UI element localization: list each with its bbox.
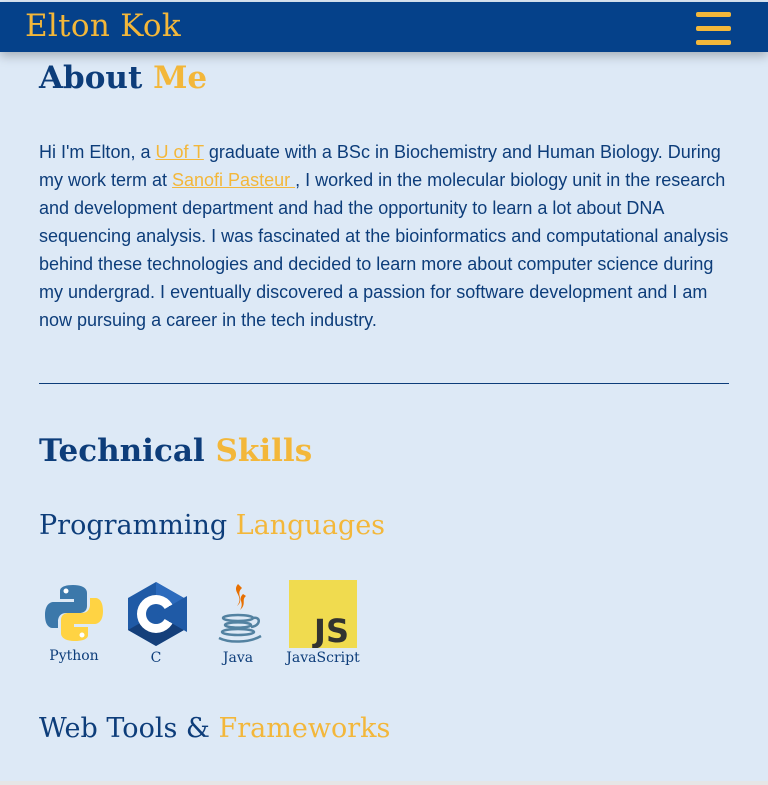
language-label: Java [222, 650, 254, 666]
javascript-icon: JS [289, 580, 357, 648]
java-icon [218, 584, 262, 643]
c-icon [128, 582, 187, 646]
brand-name[interactable]: Elton Kok [25, 8, 181, 44]
svg-text:JS: JS [312, 612, 349, 648]
programming-languages-heading: Programming Languages [39, 510, 385, 541]
web-tools-heading: Web Tools & Frameworks [39, 713, 390, 744]
language-label: C [150, 650, 162, 666]
language-label: Python [49, 648, 99, 664]
language-icons: Python C Java JS JavaScript [39, 580, 459, 680]
about-heading: About Me [39, 60, 207, 96]
web-heading-part2: Frameworks [218, 713, 391, 744]
skills-heading-part2: Skills [215, 433, 313, 469]
language-java: Java [209, 580, 267, 666]
about-text-1: Hi I'm Elton, a [39, 142, 156, 162]
technical-skills-heading: Technical Skills [39, 433, 312, 469]
programming-heading-part2: Languages [235, 510, 386, 541]
top-navbar: Elton Kok [0, 2, 768, 52]
page-bottom-edge [0, 781, 768, 785]
web-heading-part1: Web Tools & [39, 713, 210, 744]
about-heading-part2: Me [153, 60, 208, 96]
hamburger-menu-icon[interactable] [696, 12, 731, 45]
about-text-3: , I worked in the molecular biology unit… [39, 170, 729, 330]
sanofi-link[interactable]: Sanofi Pasteur [172, 170, 295, 190]
language-python: Python [39, 580, 109, 664]
language-javascript: JS JavaScript [283, 580, 363, 666]
language-c: C [123, 580, 189, 666]
language-label: JavaScript [286, 650, 360, 666]
skills-heading-part1: Technical [39, 433, 205, 469]
python-icon [45, 585, 103, 641]
uoft-link[interactable]: U of T [155, 142, 203, 162]
about-heading-part1: About [39, 60, 143, 96]
about-paragraph: Hi I'm Elton, a U of T graduate with a B… [39, 138, 729, 334]
programming-heading-part1: Programming [39, 510, 228, 541]
section-divider [39, 383, 729, 384]
